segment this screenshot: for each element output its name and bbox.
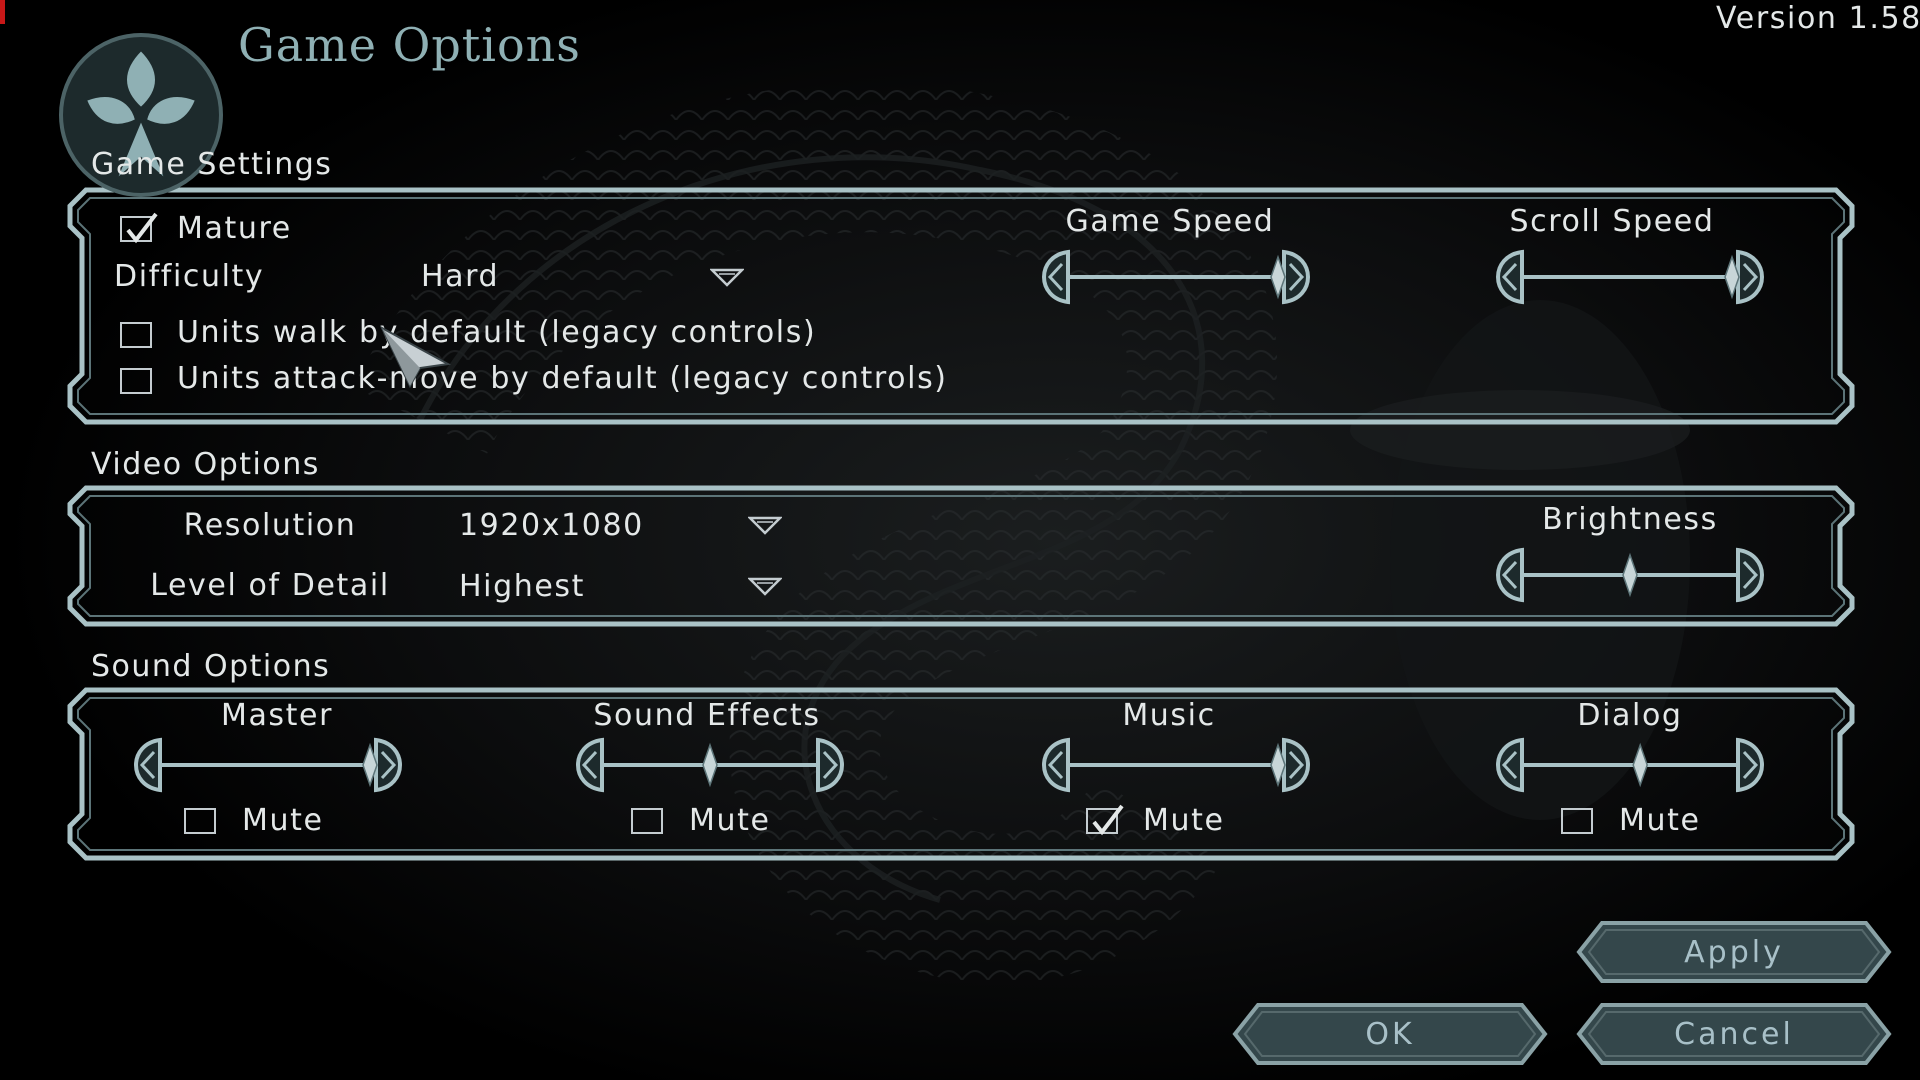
sound-effects-mute-label: Mute [689,803,771,838]
difficulty-label: Difficulty [114,259,265,294]
ok-button[interactable]: OK [1232,1002,1548,1066]
music-volume-slider[interactable] [1028,736,1324,794]
slider-thumb[interactable] [1622,552,1638,598]
level-of-detail-value: Highest [459,569,585,604]
chevron-down-icon [710,268,744,287]
mature-label: Mature [177,211,292,246]
corner-marker [0,0,5,24]
level-of-detail-dropdown[interactable]: Highest [456,563,796,611]
slider-right-cap-icon [1736,737,1764,793]
slider-right-cap-icon [1282,249,1310,305]
apply-button[interactable]: Apply [1576,920,1892,984]
slider-thumb[interactable] [702,742,718,788]
brightness-slider[interactable] [1482,546,1778,604]
walk-default-label: Units walk by default (legacy controls) [177,315,817,350]
music-volume-label: Music [1122,698,1216,733]
scroll-speed-label: Scroll Speed [1509,204,1715,239]
checkmark-icon [1092,804,1124,836]
version-label: Version 1.58 [1716,1,1920,36]
mature-checkbox[interactable] [120,212,158,244]
slider-right-cap-icon [816,737,844,793]
checkmark-icon [126,212,158,244]
attack-move-default-label: Units attack-move by default (legacy con… [177,361,948,396]
scroll-speed-slider[interactable] [1482,248,1778,306]
brightness-label: Brightness [1542,502,1718,537]
sound-effects-volume-label: Sound Effects [593,698,821,733]
video-options-label: Video Options [91,447,320,482]
music-mute-label: Mute [1143,803,1225,838]
slider-left-cap-icon [1496,737,1524,793]
attack-move-default-checkbox[interactable] [120,368,152,394]
mouse-cursor-icon [380,326,452,388]
apply-button-label: Apply [1684,934,1784,970]
dialog-mute-label: Mute [1619,803,1701,838]
slider-right-cap-icon [374,737,402,793]
music-mute-checkbox[interactable] [1086,804,1124,836]
game-settings-label: Game Settings [91,147,333,182]
master-mute-label: Mute [242,803,324,838]
resolution-label: Resolution [183,508,357,543]
ok-button-label: OK [1365,1016,1415,1052]
difficulty-dropdown[interactable]: Hard [418,252,758,302]
sound-options-label: Sound Options [91,649,331,684]
resolution-dropdown[interactable]: 1920x1080 [456,502,796,550]
slider-left-cap-icon [1042,737,1070,793]
slider-left-cap-icon [576,737,604,793]
sound-effects-volume-slider[interactable] [562,736,858,794]
game-speed-label: Game Speed [1065,204,1275,239]
walk-default-checkbox[interactable] [120,322,152,348]
slider-right-cap-icon [1736,547,1764,603]
resolution-value: 1920x1080 [459,508,644,543]
cancel-button-label: Cancel [1674,1016,1794,1052]
chevron-down-icon [748,516,782,535]
page-title: Game Options [238,18,581,72]
game-speed-slider[interactable] [1028,248,1324,306]
slider-left-cap-icon [134,737,162,793]
dialog-volume-slider[interactable] [1482,736,1778,794]
chevron-down-icon [748,577,782,596]
master-volume-slider[interactable] [120,736,416,794]
dialog-mute-checkbox[interactable] [1561,808,1593,834]
master-volume-label: Master [220,698,334,733]
cancel-button[interactable]: Cancel [1576,1002,1892,1066]
slider-right-cap-icon [1282,737,1310,793]
level-of-detail-label: Level of Detail [150,568,390,603]
slider-left-cap-icon [1042,249,1070,305]
dialog-volume-label: Dialog [1577,698,1683,733]
slider-thumb[interactable] [1632,742,1648,788]
slider-left-cap-icon [1496,249,1524,305]
master-mute-checkbox[interactable] [184,808,216,834]
slider-left-cap-icon [1496,547,1524,603]
difficulty-value: Hard [421,259,500,294]
sound-effects-mute-checkbox[interactable] [631,808,663,834]
slider-right-cap-icon [1736,249,1764,305]
